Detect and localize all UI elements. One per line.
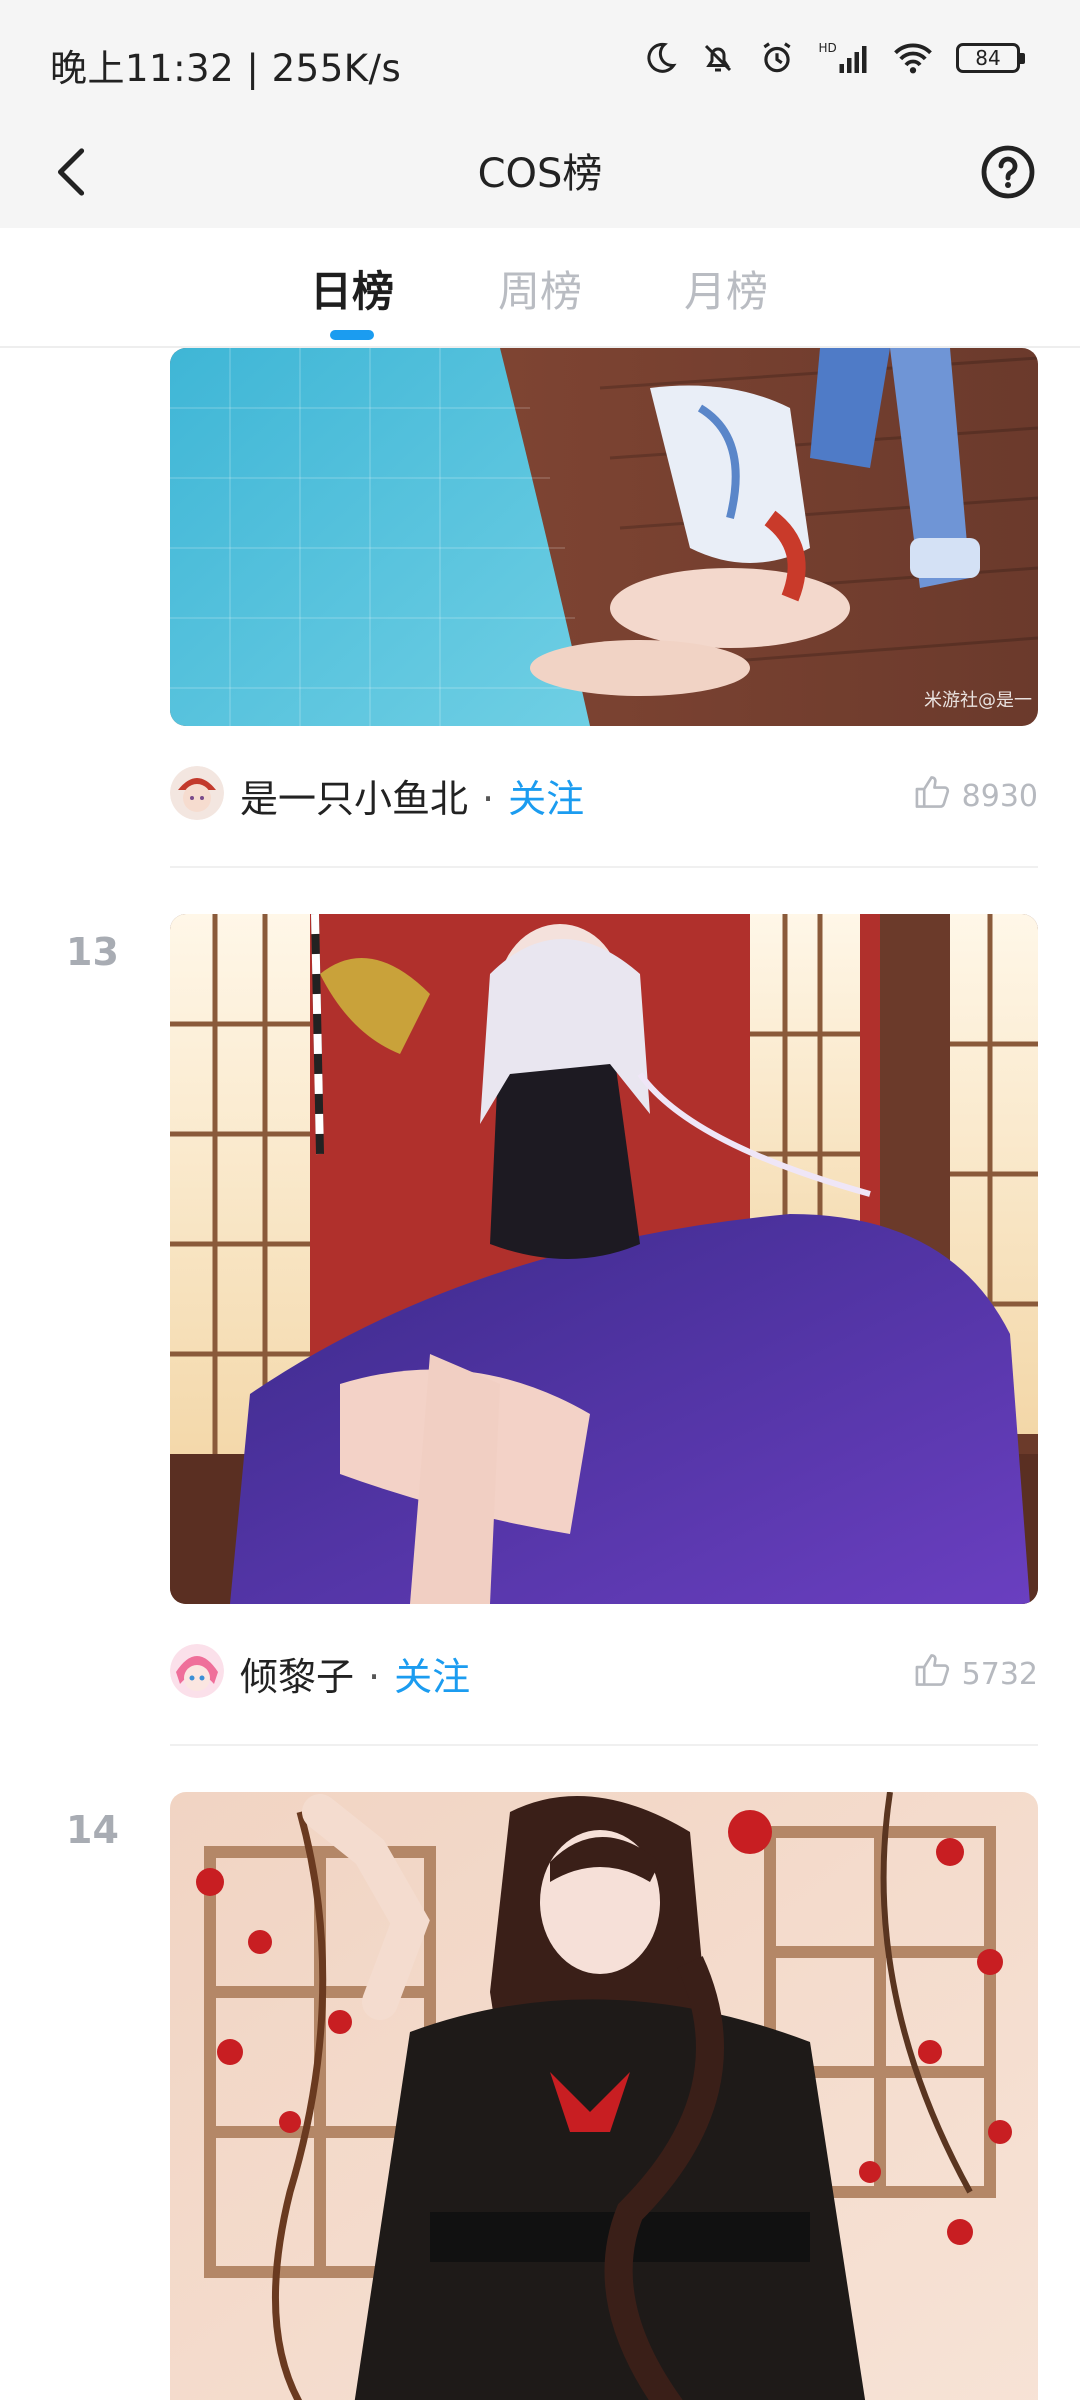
alarm-icon: [758, 39, 796, 77]
follow-button[interactable]: 关注: [394, 1655, 470, 1699]
svg-text:HD: HD: [819, 41, 837, 55]
status-time: 晚上11:32 | 255K/s: [50, 47, 402, 90]
rank-number: 14: [66, 1808, 119, 1852]
moon-icon: [642, 40, 678, 76]
wifi-icon: [892, 40, 934, 76]
battery-icon: 84: [956, 43, 1025, 73]
tab-weekly[interactable]: 周榜: [480, 258, 600, 319]
author-name[interactable]: 是一只小鱼北: [240, 777, 468, 821]
page-title: COS榜: [477, 151, 603, 197]
help-button[interactable]: [976, 142, 1040, 206]
post-author-row: 倾黎子 · 关注 5732: [170, 1638, 1038, 1702]
ranking-feed[interactable]: 米游社@是一 是一只小鱼北 · 关注 8930 13 倾黎子 · 关注 5732…: [0, 348, 1080, 2400]
divider: [170, 1744, 1038, 1746]
avatar[interactable]: [170, 766, 224, 820]
header: COS榜: [0, 120, 1080, 228]
author-name[interactable]: 倾黎子: [240, 1655, 354, 1699]
separator-dot: ·: [368, 1655, 381, 1699]
avatar[interactable]: [170, 1644, 224, 1698]
status-icons: HD 84: [642, 36, 1025, 80]
tab-monthly[interactable]: 月榜: [666, 258, 786, 319]
like-button[interactable]: 5732: [914, 1652, 1038, 1696]
rank-number: 13: [66, 930, 119, 974]
bell-off-icon: [700, 40, 736, 76]
thumbs-up-icon: [914, 774, 952, 818]
post-author-row: 是一只小鱼北 · 关注 8930: [170, 760, 1038, 824]
hd-signal-icon: HD: [818, 40, 870, 76]
thumbs-up-icon: [914, 1652, 952, 1696]
like-count: 8930: [961, 778, 1038, 814]
post-photo[interactable]: 米游社@是一: [170, 348, 1038, 726]
question-circle-icon: [980, 144, 1036, 204]
ranking-tabs: 日榜 周榜 月榜: [0, 228, 1080, 348]
divider: [170, 866, 1038, 868]
like-count: 5732: [961, 1656, 1038, 1692]
tab-indicator: [330, 330, 374, 340]
separator-dot: ·: [482, 777, 495, 821]
follow-button[interactable]: 关注: [508, 777, 584, 821]
status-bar: 晚上11:32 | 255K/s HD 84: [0, 0, 1080, 120]
photo-watermark: 米游社@是一: [924, 690, 1032, 711]
like-button[interactable]: 8930: [914, 774, 1038, 818]
post-photo[interactable]: [170, 1792, 1038, 2400]
tab-daily[interactable]: 日榜: [292, 258, 412, 319]
post-photo[interactable]: [170, 914, 1038, 1604]
